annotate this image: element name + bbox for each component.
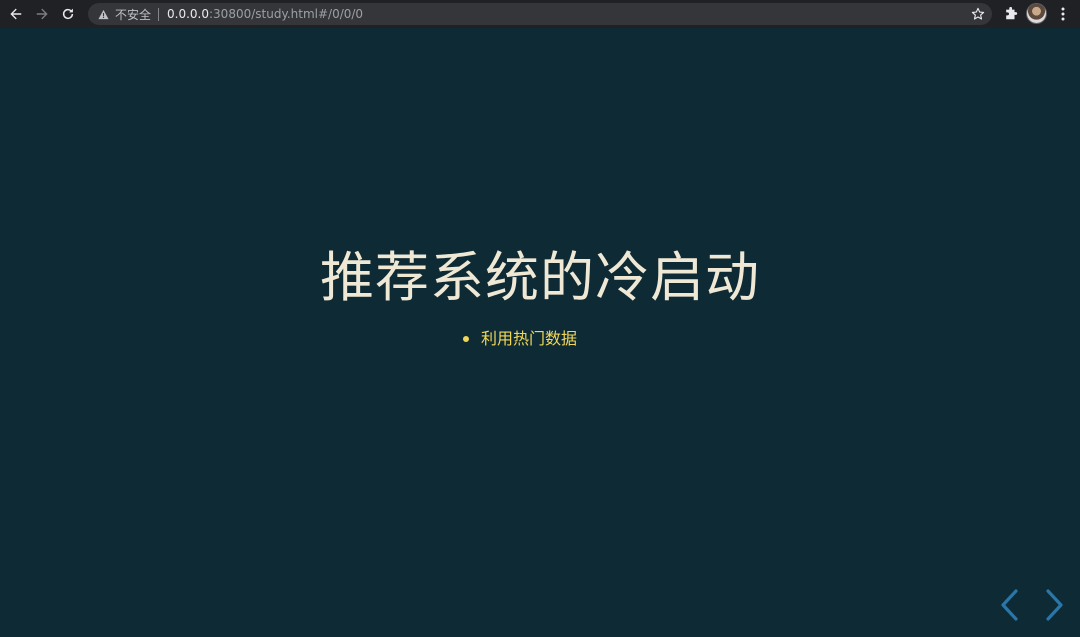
forward-button[interactable] — [29, 0, 55, 28]
back-button[interactable] — [3, 0, 29, 28]
bullet-text: 利用热门数据 — [481, 329, 578, 348]
reload-button[interactable] — [55, 0, 81, 28]
profile-avatar[interactable] — [1027, 4, 1046, 23]
arrow-left-icon — [10, 8, 22, 20]
extensions-puzzle-icon[interactable] — [1002, 5, 1020, 23]
browser-toolbar: 不安全 0.0.0.0:30800/study.html#/0/0/0 — [0, 0, 1080, 28]
bullet-list: 利用热门数据 — [463, 328, 577, 350]
address-separator — [158, 7, 160, 21]
next-slide-button[interactable] — [1042, 588, 1066, 622]
arrow-right-icon — [36, 8, 48, 20]
address-bar[interactable]: 不安全 0.0.0.0:30800/study.html#/0/0/0 — [88, 3, 992, 25]
url-host: 0.0.0.0 — [167, 7, 209, 21]
previous-slide-button[interactable] — [998, 588, 1022, 622]
presentation-slide: 推荐系统的冷启动 利用热门数据 — [0, 28, 1080, 637]
bullet-dot — [463, 336, 469, 342]
more-menu-icon[interactable] — [1054, 5, 1072, 23]
slide-title: 推荐系统的冷启动 — [320, 246, 760, 309]
bookmark-star-icon[interactable] — [970, 6, 986, 22]
insecure-label[interactable]: 不安全 — [115, 6, 151, 23]
url-path: :30800/study.html#/0/0/0 — [209, 7, 364, 21]
reload-icon — [62, 8, 74, 20]
url-text[interactable]: 0.0.0.0:30800/study.html#/0/0/0 — [167, 7, 363, 21]
chevron-right-icon — [1046, 589, 1063, 621]
warning-icon[interactable] — [97, 8, 109, 20]
list-item: 利用热门数据 — [463, 328, 577, 350]
chevron-left-icon — [1001, 589, 1018, 621]
